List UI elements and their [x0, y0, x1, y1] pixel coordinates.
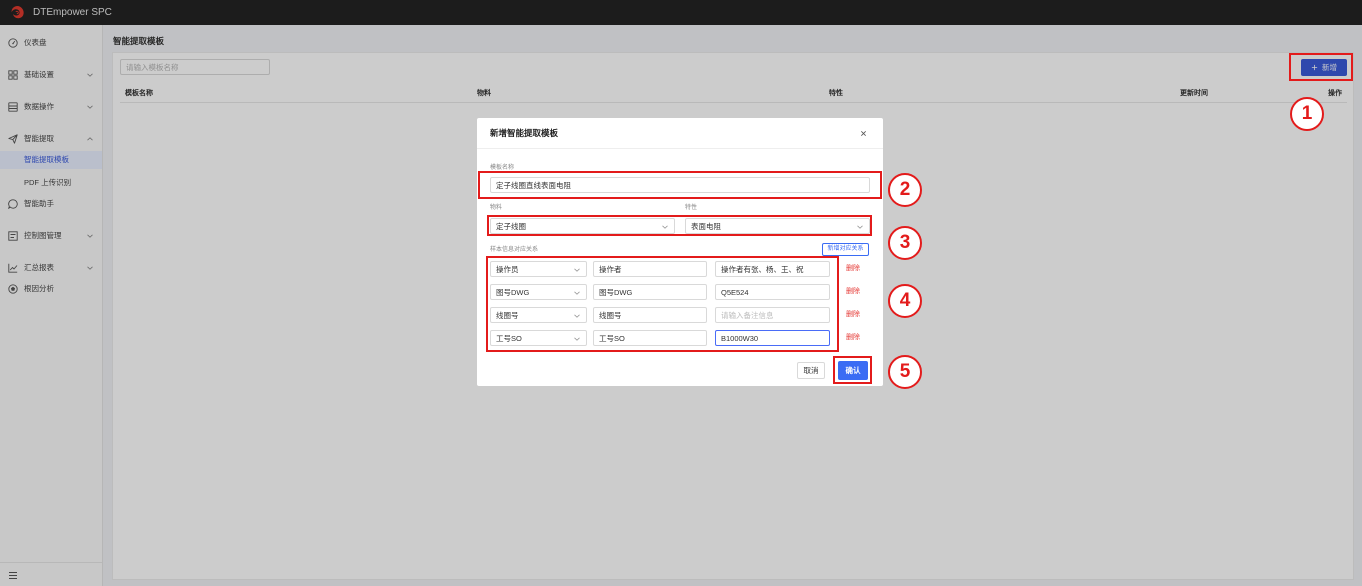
- annotation-box-template-name: [478, 171, 882, 199]
- dialog-title: 新增智能提取模板: [490, 128, 559, 138]
- delete-mapping-link[interactable]: 删除: [846, 287, 860, 297]
- annotation-box-confirm: [833, 356, 872, 384]
- step-marker-2: 2: [888, 173, 922, 207]
- annotation-box-sample-mapping: [486, 256, 839, 352]
- delete-mapping-link[interactable]: 删除: [846, 310, 860, 320]
- dialog-divider: [477, 148, 883, 149]
- step-marker-3: 3: [888, 226, 922, 260]
- sample-mapping-label: 样本信息对应关系: [490, 247, 539, 253]
- delete-mapping-link[interactable]: 删除: [846, 264, 860, 274]
- close-icon[interactable]: [860, 130, 867, 137]
- step-marker-5: 5: [888, 355, 922, 389]
- material-label: 物料: [490, 205, 503, 211]
- add-mapping-button[interactable]: 新增对应关系: [822, 243, 869, 256]
- cancel-button[interactable]: 取消: [797, 362, 825, 379]
- delete-mapping-link[interactable]: 删除: [846, 333, 860, 343]
- step-marker-4: 4: [888, 284, 922, 318]
- annotation-box-add-button: [1289, 53, 1353, 81]
- step-marker-1: 1: [1290, 97, 1324, 131]
- characteristic-label: 特性: [685, 205, 698, 211]
- annotation-box-material-characteristic: [487, 215, 872, 236]
